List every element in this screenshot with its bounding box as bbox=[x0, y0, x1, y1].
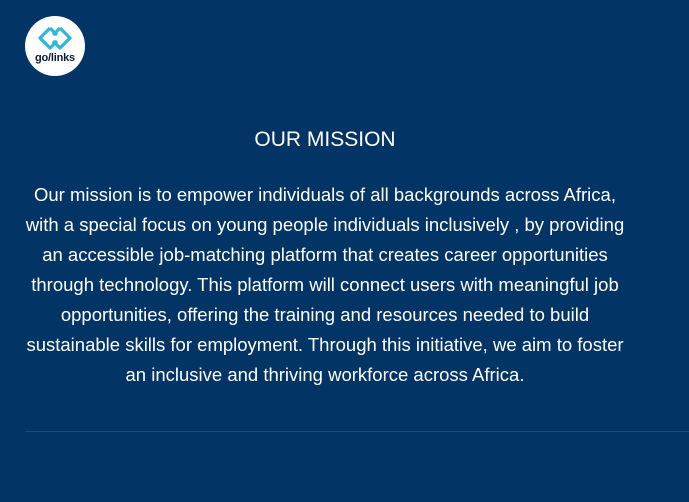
logo-text: go/links bbox=[35, 52, 75, 64]
section-divider bbox=[25, 431, 689, 432]
golinks-logo[interactable]: go/links bbox=[25, 16, 85, 76]
mission-body: Our mission is to empower individuals of… bbox=[25, 184, 625, 385]
golinks-logo-icon bbox=[38, 26, 72, 50]
mission-title: OUR MISSION bbox=[254, 128, 396, 151]
